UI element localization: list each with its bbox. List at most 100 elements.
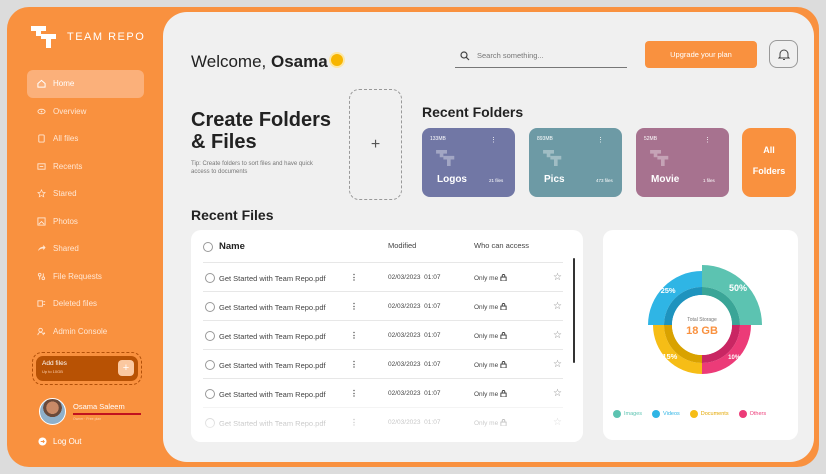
row-checkbox[interactable] (205, 360, 215, 370)
star-icon[interactable]: ☆ (553, 359, 562, 370)
main-panel: Welcome, Osama Search something... Upgra… (163, 12, 814, 462)
column-header-who[interactable]: Who can access (474, 241, 529, 250)
more-icon[interactable]: ⋮ (597, 136, 604, 144)
column-header-modified[interactable]: Modified (388, 241, 416, 250)
sidebar-item-deleted-files[interactable]: Deleted files (27, 290, 144, 318)
sidebar-item-stared[interactable]: Stared (27, 180, 144, 208)
star-icon[interactable]: ☆ (553, 330, 562, 341)
sidebar-item-all-files[interactable]: All files (27, 125, 144, 153)
plus-icon: + (370, 135, 381, 153)
share-icon (37, 245, 46, 252)
file-request-icon (37, 272, 46, 280)
add-files-button[interactable]: Add files Up to 10GB + (32, 352, 142, 385)
file-name[interactable]: Get Started with Team Repo.pdf (219, 361, 326, 370)
file-name[interactable]: Get Started with Team Repo.pdf (219, 390, 326, 399)
folder-count: 473 files (596, 178, 613, 183)
user-subtitle: Owner · Free plan (73, 416, 102, 421)
folder-card-logos[interactable]: 133MB ⋮ Logos 21 files (422, 128, 515, 197)
column-header-name[interactable]: Name (219, 241, 245, 252)
file-name[interactable]: Get Started with Team Repo.pdf (219, 303, 326, 312)
access-level: Only me (474, 332, 507, 340)
modified-date: 02/03/2023 01:07 (388, 361, 441, 368)
slice-label-images: 50% (729, 283, 747, 293)
sidebar-item-label: Overview (53, 106, 87, 116)
file-name[interactable]: Get Started with Team Repo.pdf (219, 274, 326, 283)
table-row[interactable]: Get Started with Team Repo.pdf ⋮ 02/03/2… (203, 291, 563, 320)
sidebar-item-overview[interactable]: Overview (27, 98, 144, 126)
brand-name: TEAM REPO (67, 31, 146, 43)
sidebar-item-photos[interactable]: Photos (27, 208, 144, 236)
modified-date: 02/03/2023 01:07 (388, 274, 441, 281)
more-icon[interactable]: ⋮ (490, 136, 497, 144)
table-row[interactable]: Get Started with Team Repo.pdf ⋮ 02/03/2… (203, 349, 563, 378)
row-checkbox[interactable] (205, 302, 215, 312)
star-icon (37, 189, 46, 198)
sidebar-item-file-requests[interactable]: File Requests (27, 263, 144, 291)
upgrade-button[interactable]: Upgrade your plan (645, 41, 757, 68)
legend-item-others[interactable]: Others (738, 410, 766, 418)
storage-value: 18 GB (686, 325, 718, 337)
eye-icon (37, 108, 46, 114)
logo-icon (543, 150, 562, 166)
legend-dot (689, 410, 698, 418)
more-icon[interactable]: ⋮ (350, 331, 358, 340)
create-tip: Tip: Create folders to sort files and ha… (191, 161, 313, 175)
search-icon (460, 50, 470, 60)
star-icon[interactable]: ☆ (553, 272, 562, 283)
sidebar-item-label: Deleted files (53, 299, 98, 309)
create-title-line1: Create Folders (191, 109, 332, 131)
more-icon[interactable]: ⋮ (350, 389, 358, 398)
legend-item-videos[interactable]: Videos (652, 410, 680, 418)
more-icon[interactable]: ⋮ (704, 136, 711, 144)
sidebar-item-admin-console[interactable]: Admin Console (27, 318, 144, 346)
row-checkbox[interactable] (205, 331, 215, 341)
create-title: Create Folders & Files (191, 109, 331, 153)
plus-icon[interactable]: + (118, 360, 134, 376)
access-level: Only me (474, 274, 507, 282)
bell-icon (777, 49, 790, 60)
legend-label: Videos (663, 411, 680, 417)
legend-item-documents[interactable]: Documents (689, 410, 729, 418)
sidebar-item-recents[interactable]: Recents (27, 153, 144, 181)
welcome-user: Osama (271, 52, 328, 71)
star-icon[interactable]: ☆ (553, 388, 562, 399)
legend-dot (738, 410, 747, 418)
file-name[interactable]: Get Started with Team Repo.pdf (219, 332, 326, 341)
folder-name: Pics (544, 174, 565, 185)
logout-button[interactable]: Log Out (38, 437, 81, 446)
create-folder-button[interactable]: + (349, 89, 402, 200)
folder-card-pics[interactable]: 893MB ⋮ Pics 473 files (529, 128, 622, 197)
search-bar[interactable]: Search something... (455, 44, 627, 68)
legend-item-images[interactable]: Images (613, 410, 642, 418)
storage-label: Total Storage (687, 317, 717, 323)
logo: TEAM REPO (31, 26, 145, 48)
folder-card-movie[interactable]: 52MB ⋮ Movie 1 files (636, 128, 729, 197)
row-checkbox[interactable] (205, 273, 215, 283)
notification-button[interactable] (769, 40, 798, 68)
more-icon[interactable]: ⋮ (350, 302, 358, 311)
all-folders-button[interactable]: All Folders (742, 128, 796, 197)
lock-icon (500, 332, 507, 339)
scrollbar[interactable] (573, 258, 575, 363)
user-profile[interactable]: Osama Saleem Owner · Free plan (39, 398, 141, 425)
folder-count: 1 files (703, 178, 715, 183)
row-checkbox[interactable] (205, 389, 215, 399)
table-row[interactable]: Get Started with Team Repo.pdf ⋮ 02/03/2… (203, 262, 563, 291)
home-icon (37, 79, 46, 88)
sidebar-item-label: Home (53, 79, 75, 89)
select-all-checkbox[interactable] (203, 242, 213, 252)
app-window: TEAM REPO Home Overview All files Recent… (7, 7, 819, 467)
more-icon[interactable]: ⋮ (350, 360, 358, 369)
fade-overlay (191, 412, 583, 442)
more-icon[interactable]: ⋮ (350, 273, 358, 282)
sidebar-item-home[interactable]: Home (27, 70, 144, 98)
sidebar-item-shared[interactable]: Shared (27, 235, 144, 263)
modified-date: 02/03/2023 01:07 (388, 303, 441, 310)
table-row[interactable]: Get Started with Team Repo.pdf ⋮ 02/03/2… (203, 320, 563, 349)
logo-icon (31, 26, 56, 48)
search-input[interactable]: Search something... (477, 51, 544, 60)
table-row[interactable]: Get Started with Team Repo.pdf ⋮ 02/03/2… (203, 378, 563, 407)
sidebar-item-label: Shared (53, 244, 79, 254)
star-icon[interactable]: ☆ (553, 301, 562, 312)
welcome-text: Welcome, (191, 52, 267, 71)
